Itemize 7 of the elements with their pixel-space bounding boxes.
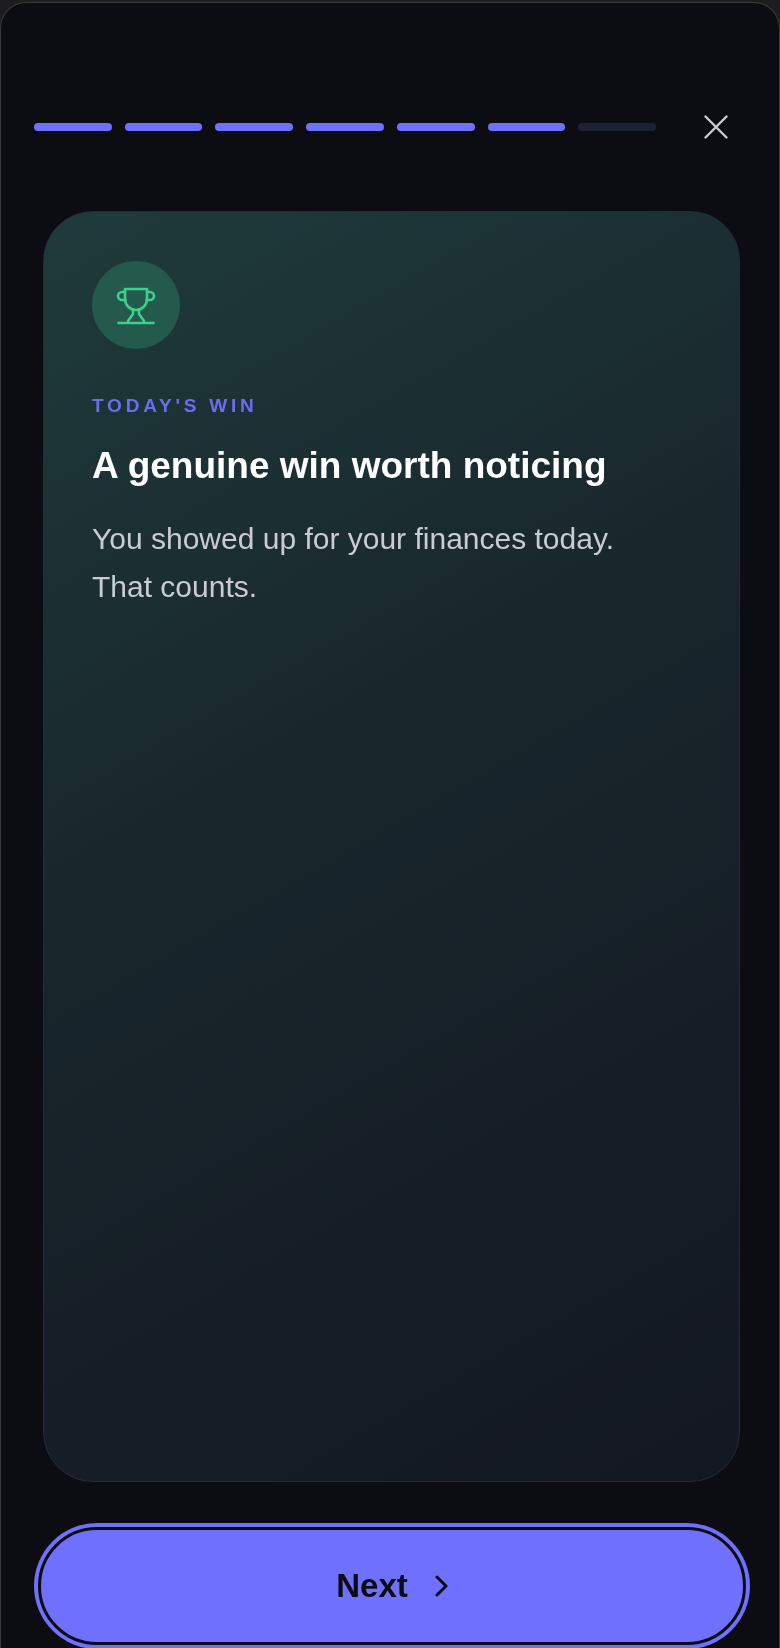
close-icon	[704, 115, 728, 139]
card-message: You showed up for your finances today. That counts.	[92, 521, 615, 605]
card-title: A genuine win worth noticing	[92, 444, 608, 488]
chevron-icon	[434, 1575, 448, 1597]
card-eyebrow: TODAY'S WIN	[92, 394, 259, 418]
trophy-icon	[92, 261, 180, 349]
close-button[interactable]	[704, 115, 728, 139]
